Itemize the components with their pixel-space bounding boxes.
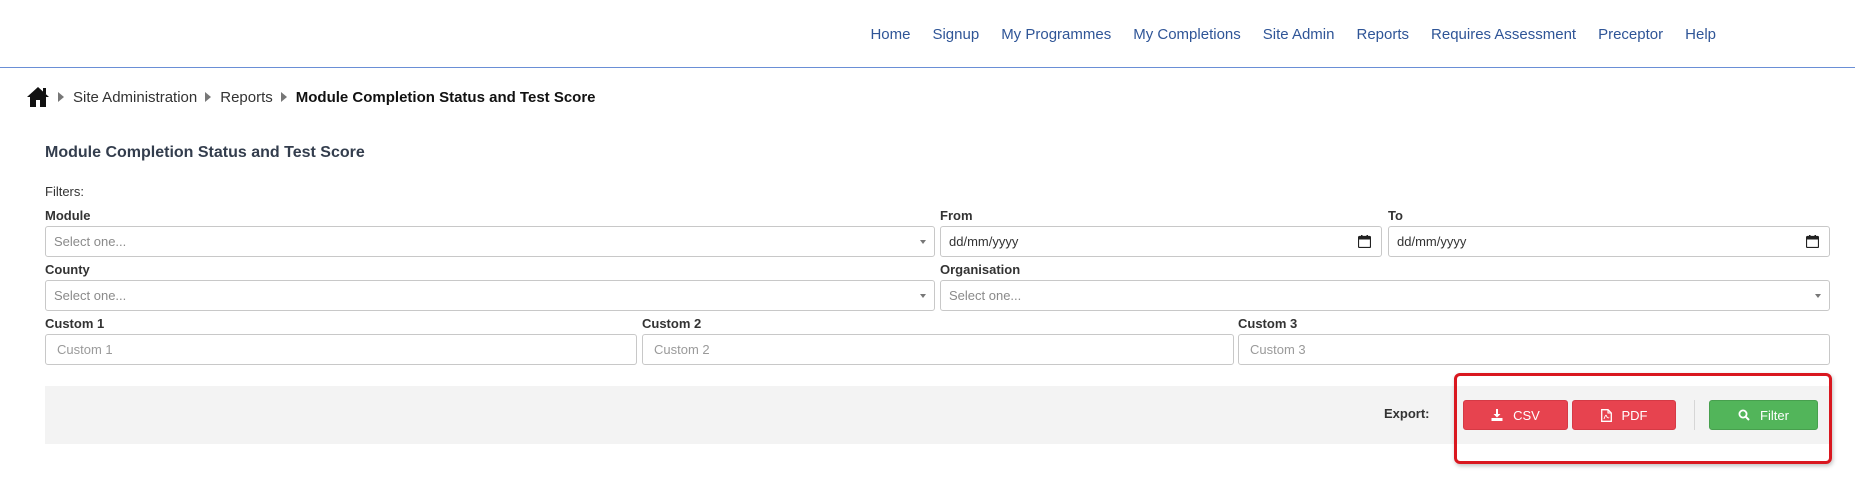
calendar-icon[interactable] [1806,235,1819,248]
custom1-field-wrapper [45,334,637,365]
organisation-select-placeholder: Select one... [949,288,1022,303]
pdf-file-icon [1600,408,1612,422]
breadcrumb-separator-icon [205,92,212,102]
nav-item-home[interactable]: Home [859,26,921,43]
export-csv-label: CSV [1513,407,1540,423]
export-label: Export: [1384,406,1430,421]
organisation-label: Organisation [940,262,1021,277]
custom2-input[interactable] [654,342,1233,357]
nav-item-requires-assessment[interactable]: Requires Assessment [1420,26,1587,43]
chevron-down-icon [920,240,926,244]
breadcrumb-reports[interactable]: Reports [220,89,273,106]
filter-button[interactable]: Filter [1709,400,1818,430]
organisation-select[interactable]: Select one... [940,280,1830,311]
breadcrumb-separator-icon [280,92,287,102]
nav-menu: Home Signup My Programmes My Completions… [859,26,1727,43]
from-date-input[interactable]: dd/mm/yyyy [940,226,1382,257]
breadcrumb-site-administration[interactable]: Site Administration [73,89,197,106]
export-pdf-label: PDF [1621,407,1648,423]
custom3-field-wrapper [1238,334,1830,365]
button-divider [1694,400,1695,430]
from-date-value: dd/mm/yyyy [949,234,1019,249]
custom2-label: Custom 2 [642,316,702,331]
nav-item-my-completions[interactable]: My Completions [1122,26,1252,43]
nav-item-reports[interactable]: Reports [1345,26,1420,43]
module-select[interactable]: Select one... [45,226,935,257]
to-label: To [1388,208,1403,223]
custom3-input[interactable] [1250,342,1829,357]
search-icon [1738,409,1750,421]
to-date-value: dd/mm/yyyy [1397,234,1467,249]
nav-item-signup[interactable]: Signup [921,26,990,43]
to-date-input[interactable]: dd/mm/yyyy [1388,226,1830,257]
chevron-down-icon [1815,294,1821,298]
county-select-placeholder: Select one... [54,288,127,303]
home-icon[interactable] [26,86,50,108]
module-label: Module [45,208,91,223]
filters-label: Filters: [45,184,84,199]
breadcrumb: Site Administration Reports Module Compl… [26,84,596,110]
breadcrumb-current: Module Completion Status and Test Score [295,88,596,106]
custom1-label: Custom 1 [45,316,105,331]
nav-item-preceptor[interactable]: Preceptor [1587,26,1674,43]
export-pdf-button[interactable]: PDF [1572,400,1676,430]
page-title: Module Completion Status and Test Score [45,144,365,161]
county-select[interactable]: Select one... [45,280,935,311]
custom1-input[interactable] [57,342,636,357]
export-csv-button[interactable]: CSV [1463,400,1568,430]
nav-item-my-programmes[interactable]: My Programmes [990,26,1122,43]
county-label: County [45,262,90,277]
chevron-down-icon [920,294,926,298]
calendar-icon[interactable] [1358,235,1371,248]
filter-button-label: Filter [1760,407,1789,423]
module-select-placeholder: Select one... [54,234,127,249]
custom2-field-wrapper [642,334,1234,365]
nav-item-help[interactable]: Help [1674,26,1727,43]
top-navbar: Home Signup My Programmes My Completions… [0,0,1855,68]
nav-item-site-admin[interactable]: Site Admin [1252,26,1346,43]
custom3-label: Custom 3 [1238,316,1298,331]
from-label: From [940,208,973,223]
download-icon [1491,409,1503,421]
breadcrumb-separator-icon [58,92,64,102]
